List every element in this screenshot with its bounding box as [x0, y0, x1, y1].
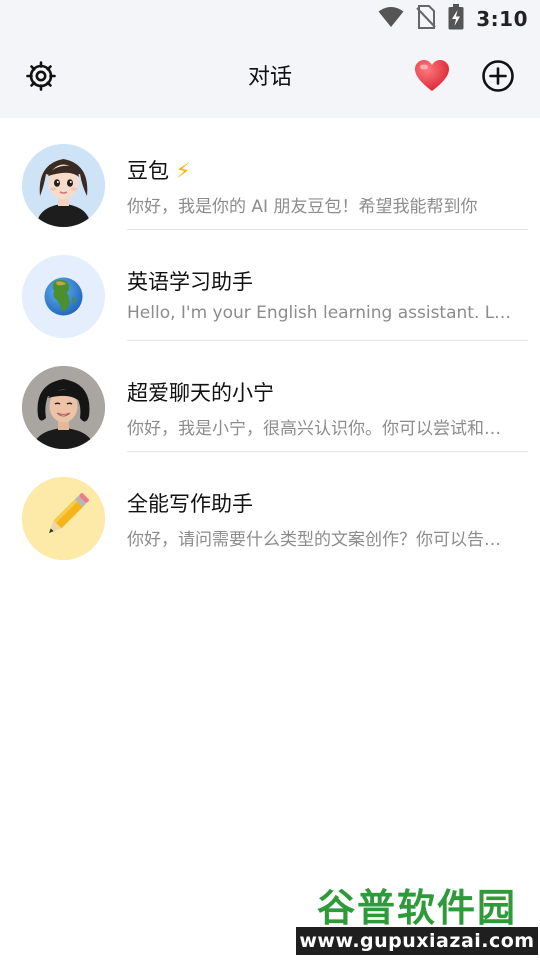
- cartoon-girl-avatar: [22, 144, 105, 227]
- gear-icon: [24, 59, 58, 97]
- header-bar: 对话: [0, 38, 540, 118]
- conversation-item[interactable]: 英语学习助手 Hello, I'm your English learning …: [0, 230, 540, 341]
- status-icons: 3:10: [378, 4, 528, 34]
- conversation-preview: 你好，请问需要什么类型的文案创作？你可以告诉我: [127, 530, 517, 550]
- conversation-preview: 你好，我是小宁，很高兴认识你。你可以尝试和我聊天: [127, 419, 517, 439]
- photo-girl-avatar: [22, 366, 105, 449]
- globe-avatar: [22, 255, 105, 338]
- battery-charging-icon: [448, 4, 464, 34]
- plus-circle-icon: [481, 59, 515, 97]
- conversation-name: 英语学习助手: [127, 270, 253, 294]
- watermark-title: 谷普软件园: [316, 886, 517, 930]
- conversation-name: 全能写作助手: [127, 492, 253, 516]
- conversation-preview: 你好，我是你的 AI 朋友豆包！希望我能帮到你: [127, 197, 478, 217]
- conversation-item[interactable]: 超爱聊天的小宁 你好，我是小宁，很高兴认识你。你可以尝试和我聊天: [0, 341, 540, 452]
- watermark-url: www.gupuxiazai.com: [296, 927, 538, 955]
- lightning-icon: ⚡: [175, 159, 191, 183]
- settings-button[interactable]: [21, 58, 61, 98]
- conversation-item[interactable]: 豆包 ⚡ 你好，我是你的 AI 朋友豆包！希望我能帮到你: [0, 119, 540, 230]
- wifi-icon: [378, 6, 404, 32]
- no-sim-icon: [416, 5, 436, 33]
- conversation-name: 超爱聊天的小宁: [127, 381, 274, 405]
- watermark: 谷普软件园 www.gupuxiazai.com: [296, 875, 538, 957]
- favorite-button[interactable]: [412, 58, 452, 98]
- conversation-item[interactable]: 全能写作助手 你好，请问需要什么类型的文案创作？你可以告诉我: [0, 452, 540, 563]
- status-bar: 3:10: [0, 0, 540, 38]
- conversation-preview: Hello, I'm your English learning assista…: [127, 303, 517, 323]
- heart-icon: [414, 59, 450, 97]
- conversation-name: 豆包 ⚡: [127, 159, 191, 183]
- page-title: 对话: [247, 65, 292, 90]
- conversation-list: 豆包 ⚡ 你好，我是你的 AI 朋友豆包！希望我能帮到你 英语学习助手 Hell…: [0, 119, 540, 563]
- status-time: 3:10: [476, 7, 528, 31]
- pencil-avatar: [22, 477, 105, 560]
- new-chat-button[interactable]: [478, 58, 518, 98]
